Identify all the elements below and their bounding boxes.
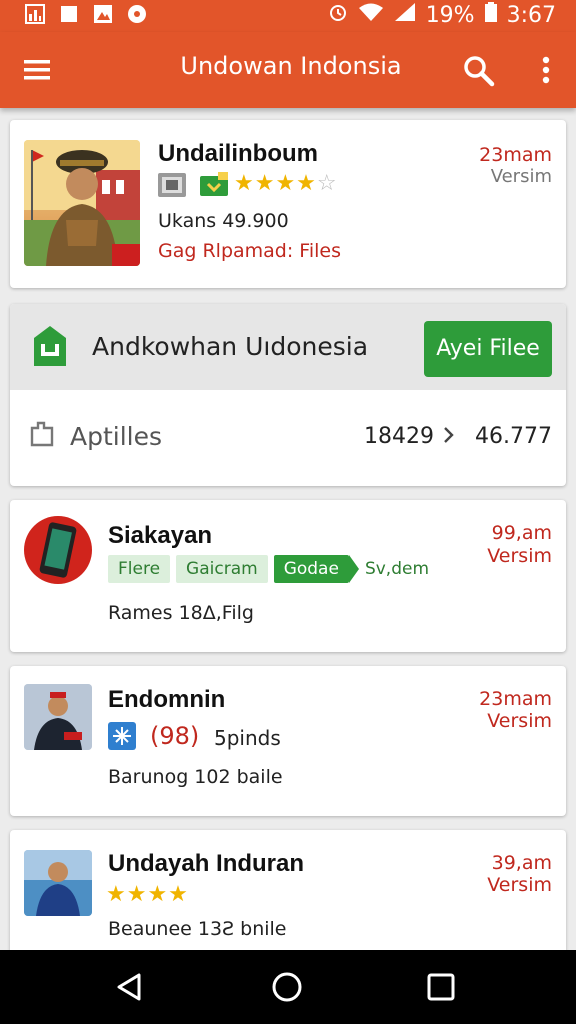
app-version: Versim	[487, 874, 552, 896]
wifi-icon	[358, 2, 384, 28]
tag-chip[interactable]: Godae	[273, 555, 349, 583]
app-name: Siakayan	[108, 522, 213, 549]
app-thumbnail	[24, 516, 92, 584]
search-icon[interactable]	[462, 54, 496, 88]
more-vert-icon[interactable]	[532, 54, 560, 88]
apps-count-left: 18429	[364, 424, 434, 449]
app-card[interactable]: Siakayan 99,am Versim Flere Gaicram Goda…	[10, 500, 566, 652]
app-thumbnail	[24, 684, 92, 750]
tag-chip[interactable]: Flere	[108, 555, 171, 583]
open-files-button[interactable]: Ayei Filee	[424, 321, 552, 377]
app-version: Versim	[490, 166, 552, 187]
app-size: 23mam	[479, 144, 552, 166]
sparkle-icon	[108, 722, 136, 750]
rating-stars: ★★★★☆	[234, 171, 338, 196]
featured-title: Andkowhan Uıdonesia	[92, 332, 369, 361]
battery-icon	[484, 2, 497, 28]
status-bar: 19% 3:67	[0, 0, 576, 32]
app-detail: Barunog 102 baile	[108, 766, 283, 788]
battery-percent: 19%	[425, 2, 475, 28]
back-icon[interactable]	[113, 970, 147, 1004]
app-thumbnail	[24, 140, 140, 266]
chart-icon	[24, 4, 46, 24]
app-name: Endomnin	[108, 686, 226, 713]
signal-icon	[394, 2, 416, 28]
chevron-right-icon[interactable]	[442, 424, 456, 446]
android-store-icon	[30, 324, 70, 368]
app-version: Versim	[487, 545, 552, 567]
tag-row: Flere Gaicram Godae Sv,dem	[108, 555, 429, 583]
featured-card: Andkowhan Uıdonesia Ayei Filee Aptilles …	[10, 304, 566, 486]
record-icon	[126, 4, 148, 24]
alarm-icon	[328, 2, 348, 28]
apps-icon	[28, 420, 56, 448]
app-thumbnail	[24, 850, 92, 916]
app-card[interactable]: Endomnin 23mam Versim (98) 5pinds Baruno…	[10, 666, 566, 816]
grid-icon	[158, 173, 186, 197]
app-card[interactable]: Undailinboum 23mam Versim ★★★★☆ Ukans 49…	[10, 120, 566, 288]
navigation-bar	[0, 950, 576, 1024]
home-icon[interactable]	[270, 970, 304, 1004]
apps-count-right: 46.777	[475, 424, 552, 449]
app-detail: Beaunee 13Ƨ bnile	[108, 918, 287, 940]
square-icon	[58, 4, 80, 24]
app-detail: Rames 18Δ,Filg	[108, 602, 254, 624]
rating-suffix: 5pinds	[214, 726, 281, 750]
app-source: Gag Rlpamad: Files	[158, 240, 341, 262]
apps-label: Aptilles	[70, 422, 163, 451]
rating-stars: ★★★★	[106, 882, 189, 907]
app-name: Undayah Induran	[108, 850, 305, 877]
download-badge-icon	[200, 172, 228, 198]
app-size: 99,am	[491, 522, 552, 544]
app-name: Undailinboum	[158, 140, 318, 167]
tag-extra: Sv,dem	[364, 559, 430, 579]
photo-icon	[92, 4, 114, 24]
tag-arrow-icon	[348, 555, 359, 583]
app-price: Ukans 49.900	[158, 210, 289, 232]
recents-icon[interactable]	[424, 970, 458, 1004]
app-bar: Undowan Indonsia	[0, 32, 576, 108]
clock: 3:67	[506, 2, 556, 28]
app-version: Versim	[487, 710, 552, 732]
app-size: 39,am	[491, 852, 552, 874]
app-card[interactable]: Undayah Induran 39,am Versim ★★★★ Beaune…	[10, 830, 566, 970]
app-size: 23mam	[479, 688, 552, 710]
rating-count: (98)	[150, 722, 200, 750]
tag-chip[interactable]: Gaicram	[176, 555, 268, 583]
